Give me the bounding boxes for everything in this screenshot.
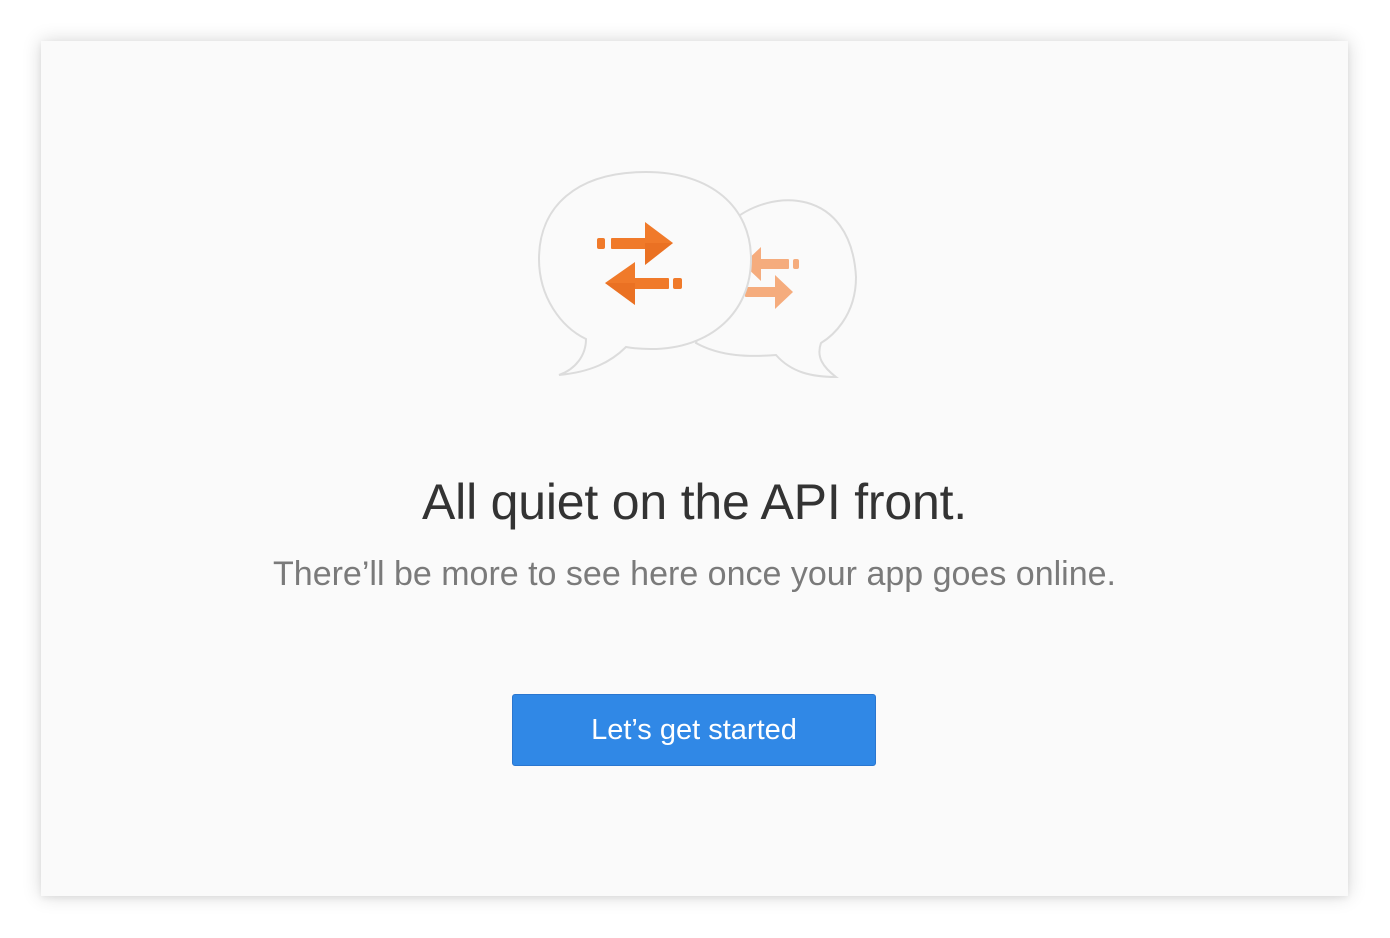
empty-state-subheading: There’ll be more to see here once your a…: [273, 555, 1116, 593]
empty-state-card: All quiet on the API front. There’ll be …: [41, 41, 1348, 896]
get-started-button[interactable]: Let’s get started: [512, 694, 876, 766]
api-chat-bubbles-illustration: [531, 167, 901, 382]
empty-state-heading: All quiet on the API front.: [422, 474, 967, 530]
